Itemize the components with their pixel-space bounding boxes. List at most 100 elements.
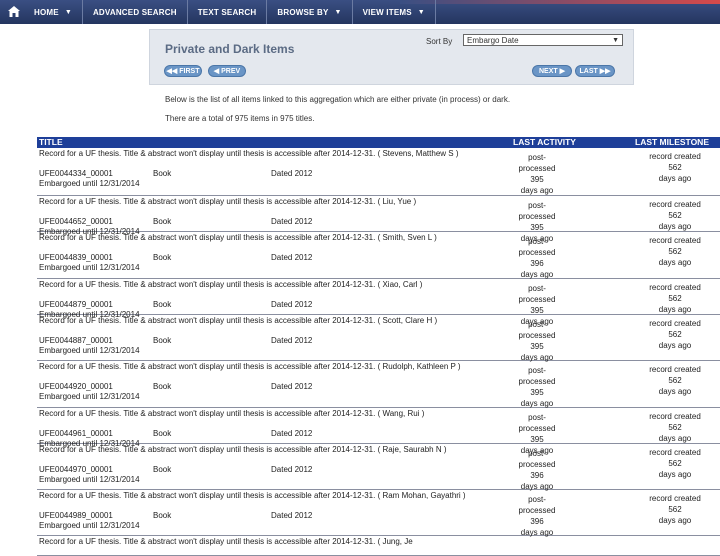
list-description: Below is the list of all items linked to… [165, 95, 511, 104]
nav-item-label: TEXT SEARCH [197, 7, 257, 17]
nav-item-advanced-search[interactable]: ADVANCED SEARCH [83, 0, 188, 24]
item-bibid[interactable]: UFE0044989_00001 [39, 511, 113, 521]
nav-item-label: BROWSE BY [277, 7, 329, 17]
item-bibid[interactable]: UFE0044887_00001 [39, 336, 113, 346]
item-count-text: There are a total of 975 items in 975 ti… [165, 114, 315, 123]
activity-status: post-processed [518, 320, 556, 340]
item-type: Book [153, 336, 172, 345]
last-milestone-cell: record created 562 days ago [641, 447, 709, 480]
item-meta: UFE0044334_00001 Book Dated 2012 [39, 169, 459, 179]
item-description[interactable]: Record for a UF thesis. Title & abstract… [39, 197, 479, 207]
item-bibid[interactable]: UFE0044970_00001 [39, 465, 113, 475]
table-row[interactable]: Record for a UF thesis. Title & abstract… [37, 361, 720, 408]
nav-item-label: HOME [34, 7, 59, 17]
milestone-status: record created [649, 365, 701, 374]
milestone-unit: days ago [658, 516, 692, 525]
activity-days: 396 [530, 517, 544, 526]
item-type: Book [153, 253, 172, 262]
item-type: Book [153, 465, 172, 474]
milestone-status: record created [649, 448, 701, 457]
item-description[interactable]: Record for a UF thesis. Title & abstract… [39, 445, 479, 455]
table-row[interactable]: Record for a UF thesis. Title & abstract… [37, 444, 720, 491]
item-type: Book [153, 169, 172, 178]
table-row[interactable]: Record for a UF thesis. Title & abstract… [37, 315, 720, 363]
item-date: Dated 2012 [271, 429, 313, 438]
previous-page-button[interactable]: ◀ PREV [208, 65, 246, 77]
item-bibid[interactable]: UFE0044652_00001 [39, 217, 113, 227]
panel-title: Private and Dark Items [165, 42, 295, 56]
embargo-text: Embargoed until 12/31/2014 [39, 179, 140, 188]
column-header-title[interactable]: TITLE [39, 137, 63, 148]
nav-item-home[interactable]: HOME ▼ [24, 0, 83, 24]
last-milestone-cell: record created 562 days ago [641, 235, 709, 268]
item-description[interactable]: Record for a UF thesis. Title & abstract… [39, 280, 479, 290]
nav-item-view-items[interactable]: VIEW ITEMS ▼ [353, 0, 436, 24]
activity-status: post-processed [518, 495, 556, 515]
table-row[interactable]: Record for a UF thesis. Title & abstract… [37, 279, 720, 326]
item-description[interactable]: Record for a UF thesis. Title & abstract… [39, 149, 479, 159]
table-row[interactable]: Record for a UF thesis. Title & abstract… [37, 408, 720, 455]
milestone-days: 562 [668, 459, 682, 468]
milestone-days: 562 [668, 376, 682, 385]
item-description[interactable]: Record for a UF thesis. Title & abstract… [39, 491, 479, 501]
last-page-button[interactable]: LAST ▶▶ [575, 65, 615, 77]
column-header-last-milestone[interactable]: LAST MILESTONE [635, 137, 709, 148]
item-date: Dated 2012 [271, 511, 313, 520]
milestone-status: record created [649, 319, 701, 328]
item-date: Dated 2012 [271, 253, 313, 262]
activity-days: 395 [530, 342, 544, 351]
activity-status: post-processed [518, 413, 556, 433]
item-bibid[interactable]: UFE0044879_00001 [39, 300, 113, 310]
item-bibid[interactable]: UFE0044334_00001 [39, 169, 113, 179]
nav-item-label: ADVANCED SEARCH [92, 7, 177, 17]
item-type: Book [153, 511, 172, 520]
item-type: Book [153, 300, 172, 309]
home-icon[interactable] [8, 6, 20, 17]
item-description[interactable]: Record for a UF thesis. Title & abstract… [39, 233, 479, 243]
item-date: Dated 2012 [271, 336, 313, 345]
last-activity-cell: post-processed 395 days ago [511, 319, 563, 363]
table-row[interactable]: Record for a UF thesis. Title & abstract… [37, 232, 720, 279]
table-row[interactable]: Record for a UF thesis. Title & abstract… [37, 536, 720, 556]
milestone-unit: days ago [658, 305, 692, 314]
item-description[interactable]: Record for a UF thesis. Title & abstract… [39, 362, 479, 372]
last-activity-cell: post-processed 396 days ago [511, 494, 563, 538]
milestone-days: 562 [668, 163, 682, 172]
item-meta: UFE0044961_00001 Book Dated 2012 [39, 429, 459, 439]
item-bibid[interactable]: UFE0044920_00001 [39, 382, 113, 392]
last-milestone-cell: record created 562 days ago [641, 364, 709, 397]
item-description[interactable]: Record for a UF thesis. Title & abstract… [39, 316, 479, 326]
last-milestone-cell: record created 562 days ago [641, 411, 709, 444]
milestone-days: 562 [668, 294, 682, 303]
item-date: Dated 2012 [271, 300, 313, 309]
milestone-status: record created [649, 236, 701, 245]
item-meta: UFE0044989_00001 Book Dated 2012 [39, 511, 459, 521]
nav-item-browse-by[interactable]: BROWSE BY ▼ [267, 0, 353, 24]
item-type: Book [153, 429, 172, 438]
milestone-status: record created [649, 283, 701, 292]
sort-by-select[interactable]: Embargo Date ▼ [463, 34, 623, 46]
item-date: Dated 2012 [271, 169, 313, 178]
last-milestone-cell: record created 562 days ago [641, 318, 709, 351]
last-milestone-cell: record created 562 days ago [641, 282, 709, 315]
table-row[interactable]: Record for a UF thesis. Title & abstract… [37, 196, 720, 243]
item-description[interactable]: Record for a UF thesis. Title & abstract… [39, 537, 479, 547]
nav-item-text-search[interactable]: TEXT SEARCH [188, 0, 268, 24]
milestone-status: record created [649, 152, 701, 161]
next-page-button[interactable]: NEXT ▶ [532, 65, 572, 77]
item-bibid[interactable]: UFE0044839_00001 [39, 253, 113, 263]
last-activity-cell: post-processed 396 days ago [511, 236, 563, 280]
milestone-status: record created [649, 200, 701, 209]
milestone-days: 562 [668, 423, 682, 432]
items-table-body: Record for a UF thesis. Title & abstract… [37, 148, 720, 556]
item-description[interactable]: Record for a UF thesis. Title & abstract… [39, 409, 479, 419]
milestone-unit: days ago [658, 174, 692, 183]
table-row[interactable]: Record for a UF thesis. Title & abstract… [37, 148, 720, 196]
first-page-button[interactable]: ◀◀ FIRST [164, 65, 202, 77]
item-bibid[interactable]: UFE0044961_00001 [39, 429, 113, 439]
nav-item-label: VIEW ITEMS [362, 7, 412, 17]
column-header-last-activity[interactable]: LAST ACTIVITY [513, 137, 576, 148]
item-meta: UFE0044920_00001 Book Dated 2012 [39, 382, 459, 392]
table-row[interactable]: Record for a UF thesis. Title & abstract… [37, 490, 720, 538]
last-activity-cell: post-processed 395 days ago [511, 152, 563, 196]
